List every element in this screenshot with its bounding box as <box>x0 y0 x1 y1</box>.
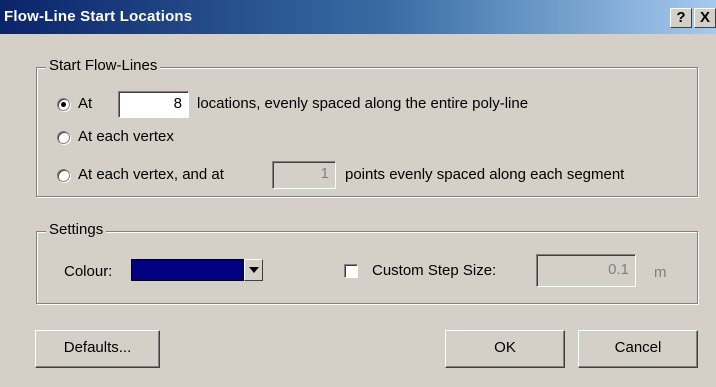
step-unit-label: m <box>654 264 667 281</box>
points-suffix-label: points evenly spaced along each segment <box>345 166 625 183</box>
window-title: Flow-Line Start Locations <box>4 8 193 25</box>
title-bar: Flow-Line Start Locations ? X <box>0 0 716 34</box>
colour-dropdown-button[interactable] <box>244 259 263 281</box>
flow-line-start-dialog: Flow-Line Start Locations ? X Start Flow… <box>0 0 716 387</box>
colour-swatch[interactable] <box>131 259 244 281</box>
start-flow-lines-legend: Start Flow-Lines <box>46 57 161 74</box>
settings-legend: Settings <box>46 221 107 238</box>
help-button[interactable]: ? <box>670 8 692 28</box>
radio-each-vertex[interactable] <box>57 131 70 144</box>
colour-label: Colour: <box>64 263 113 280</box>
step-size-input[interactable]: 0.1 <box>536 254 636 287</box>
chevron-down-icon <box>249 267 259 273</box>
defaults-button[interactable]: Defaults... <box>35 330 160 368</box>
close-button[interactable]: X <box>694 8 716 28</box>
points-per-segment-input[interactable]: 1 <box>272 161 336 189</box>
ok-button[interactable]: OK <box>445 330 565 368</box>
at-label: At <box>78 95 93 112</box>
radio-at-locations[interactable] <box>57 98 70 111</box>
radio-each-vertex-and-points[interactable] <box>57 169 70 182</box>
cancel-button[interactable]: Cancel <box>578 330 698 368</box>
custom-step-label: Custom Step Size: <box>372 262 497 279</box>
locations-count-input[interactable]: 8 <box>118 91 189 118</box>
each-vertex-and-at-label: At each vertex, and at <box>78 166 224 183</box>
locations-suffix-label: locations, evenly spaced along the entir… <box>197 95 529 112</box>
each-vertex-label: At each vertex <box>78 128 174 145</box>
custom-step-checkbox[interactable] <box>344 264 358 278</box>
